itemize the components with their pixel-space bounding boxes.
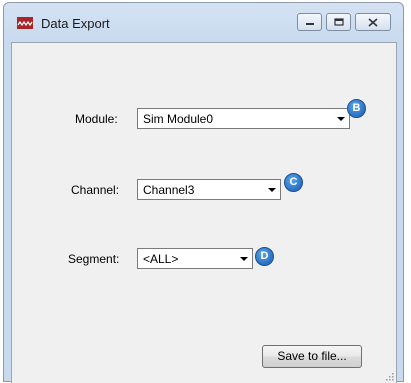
- resize-grip-icon[interactable]: [384, 371, 394, 381]
- segment-dropdown[interactable]: <ALL>: [137, 248, 253, 269]
- chevron-down-icon: [240, 257, 248, 261]
- segment-value: <ALL>: [143, 252, 179, 266]
- callout-badge-b: B: [347, 99, 366, 118]
- segment-label: Segment:: [68, 252, 120, 266]
- channel-value: Channel3: [143, 183, 195, 197]
- channel-label: Channel:: [71, 183, 120, 197]
- close-icon: [368, 17, 378, 27]
- maximize-button[interactable]: [326, 13, 351, 31]
- app-icon: [17, 17, 33, 29]
- title-bar[interactable]: Data Export: [4, 3, 403, 43]
- save-to-file-button[interactable]: Save to file...: [262, 345, 362, 368]
- module-dropdown[interactable]: Sim Module0: [137, 108, 350, 129]
- module-value: Sim Module0: [143, 112, 214, 126]
- minimize-button[interactable]: [297, 13, 322, 31]
- dialog-body: Module: Sim Module0 B Channel: Channel3 …: [11, 42, 397, 383]
- callout-badge-c: C: [284, 173, 303, 192]
- data-export-window: Data Export Module: Sim Module0 B Channe…: [3, 2, 404, 383]
- chevron-down-icon: [337, 117, 345, 121]
- maximize-icon: [333, 18, 344, 26]
- callout-badge-d: D: [255, 247, 274, 266]
- module-label: Module:: [75, 112, 118, 126]
- close-button[interactable]: [355, 13, 391, 31]
- chevron-down-icon: [268, 188, 276, 192]
- minimize-icon: [305, 23, 314, 25]
- window-title: Data Export: [41, 16, 110, 31]
- channel-dropdown[interactable]: Channel3: [137, 179, 281, 200]
